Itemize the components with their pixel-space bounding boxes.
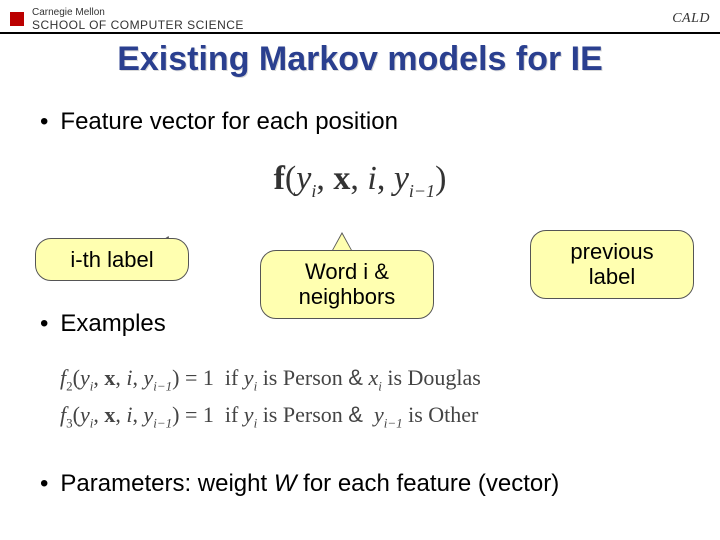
callout-word-neighbors: Word i & neighbors: [260, 250, 434, 319]
params-suffix: for each feature (vector): [296, 470, 559, 497]
slide-title: Existing Markov models for IE: [0, 40, 720, 79]
formula-close: ): [435, 160, 446, 197]
bullet-dot-icon: •: [40, 470, 48, 498]
example-formulas: f2(yi, x, i, yi−1) = 1 if yi is Person &…: [60, 360, 680, 434]
slide-body: Feature vector for each position: [40, 108, 680, 146]
example-f2: f2(yi, x, i, yi−1) = 1 if yi is Person &…: [60, 360, 680, 397]
formula-args: yi, x, i, yi−1: [296, 160, 435, 197]
header-divider: [0, 32, 720, 34]
example-f3: f3(yi, x, i, yi−1) = 1 if yi is Person &…: [60, 397, 680, 434]
params-w: W: [274, 470, 297, 497]
bullet-dot-icon: [40, 108, 48, 136]
bullet-feature-vector: Feature vector for each position: [40, 108, 680, 136]
formula-main: f(yi, x, i, yi−1): [0, 160, 720, 202]
header-left: Carnegie Mellon SCHOOL OF COMPUTER SCIEN…: [10, 7, 244, 32]
bullet-examples: • Examples: [40, 310, 166, 338]
formula-open: (: [285, 160, 296, 197]
params-prefix: Parameters: weight: [60, 470, 273, 497]
bullet-parameters: • Parameters: weight W for each feature …: [40, 470, 680, 498]
slide-header: Carnegie Mellon SCHOOL OF COMPUTER SCIEN…: [10, 6, 710, 32]
formula-fn: f: [274, 160, 285, 197]
cmu-logo-icon: [10, 12, 24, 26]
bullet-dot-icon: •: [40, 310, 48, 338]
bullet-parameters-text: Parameters: weight W for each feature (v…: [60, 470, 559, 498]
header-left-text: Carnegie Mellon SCHOOL OF COMPUTER SCIEN…: [32, 7, 244, 32]
cmu-name: Carnegie Mellon: [32, 7, 244, 18]
bullet-examples-text: Examples: [60, 310, 165, 338]
bullet-feature-vector-text: Feature vector for each position: [60, 108, 398, 136]
slide: Carnegie Mellon SCHOOL OF COMPUTER SCIEN…: [0, 0, 720, 540]
cald-logo-text: CALD: [672, 11, 710, 27]
callout-previous-label: previous label: [530, 230, 694, 299]
callout-ith-label: i-th label: [35, 238, 189, 281]
school-name: SCHOOL OF COMPUTER SCIENCE: [32, 18, 244, 32]
